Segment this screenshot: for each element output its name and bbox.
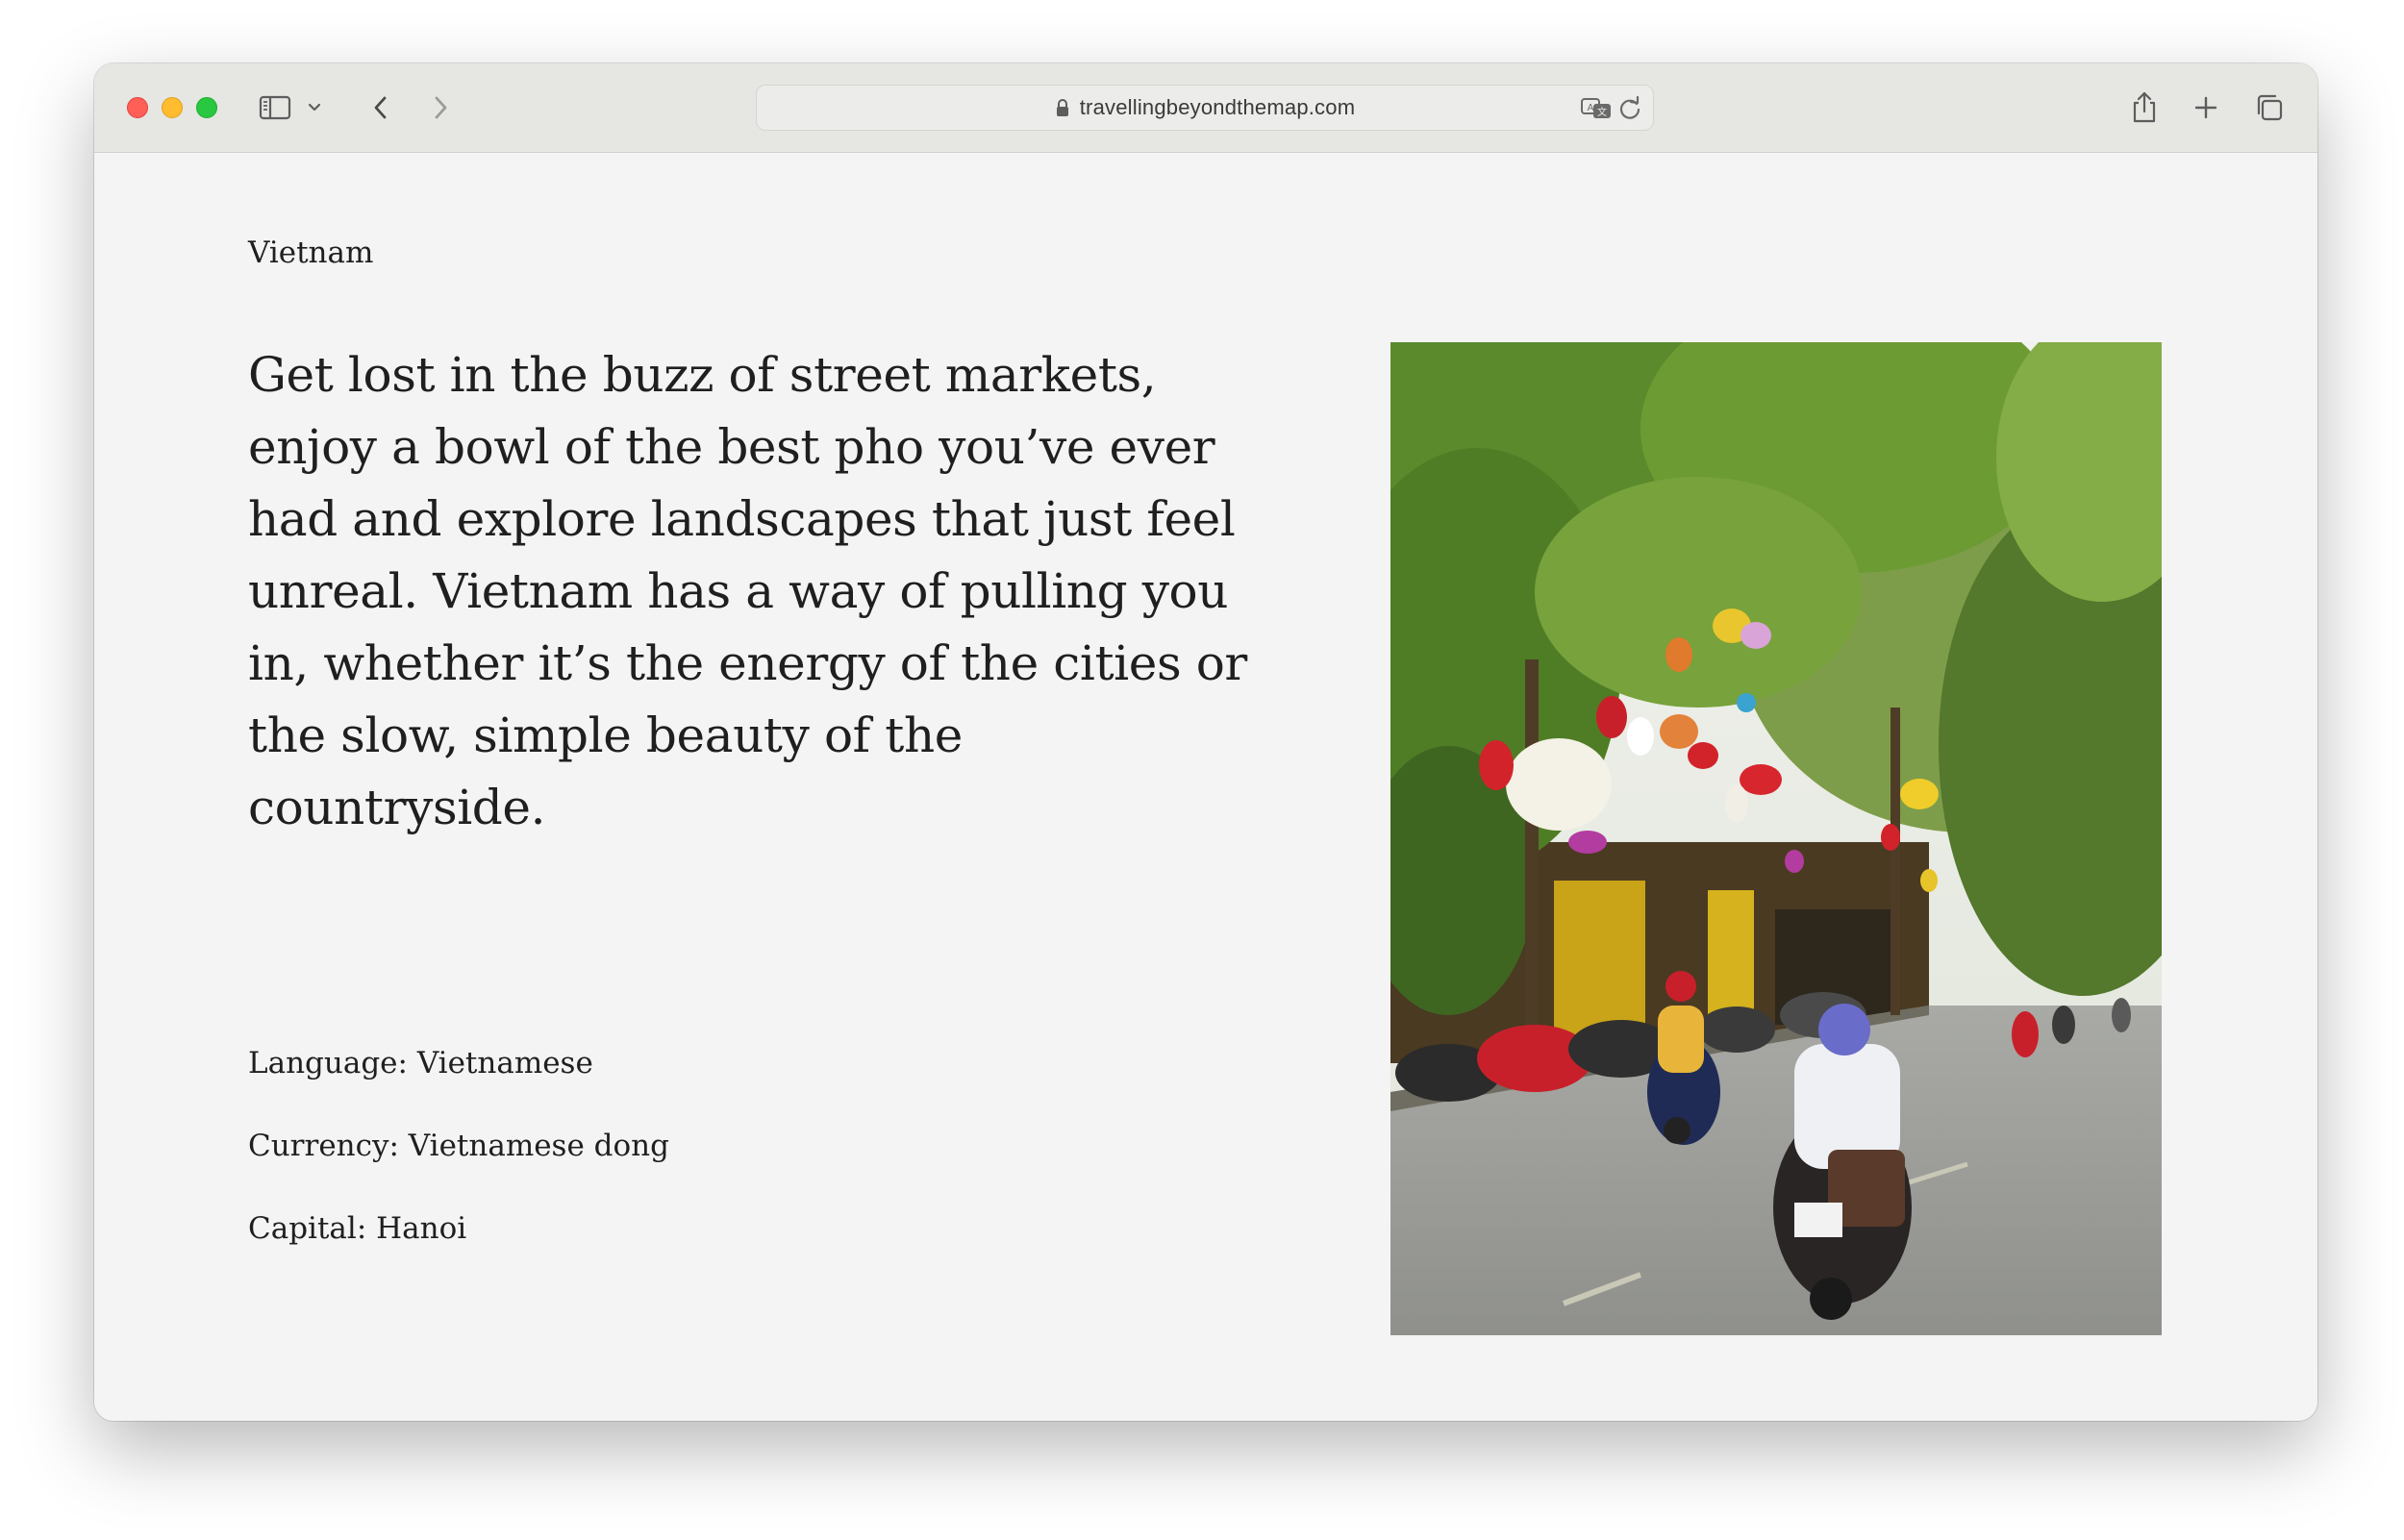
sidebar-toggle-button[interactable] (256, 85, 294, 131)
fact-currency: Currency: Vietnamese dong (248, 1129, 669, 1163)
fact-capital: Capital: Hanoi (248, 1211, 467, 1246)
fact-language: Language: Vietnamese (248, 1046, 593, 1080)
street-photo (1390, 342, 2162, 1335)
url-text: travellingbeyondthemap.com (1079, 95, 1356, 119)
tabs-overview-icon (2257, 94, 2283, 121)
back-button[interactable] (362, 85, 400, 131)
address-bar[interactable]: travellingbeyondthemap.com A 文 (756, 85, 1654, 131)
share-button[interactable] (2125, 85, 2164, 131)
back-arrow-icon (374, 96, 387, 119)
minimize-window-button[interactable] (162, 97, 183, 118)
plus-icon (2194, 96, 2217, 119)
facts-list: Language: Vietnamese Currency: Vietnames… (248, 1044, 669, 1292)
forward-arrow-icon (435, 96, 447, 119)
page-content: Vietnam Get lost in the buzz of street m… (94, 153, 2317, 1421)
forward-button[interactable] (421, 85, 460, 131)
maximize-window-button[interactable] (196, 97, 217, 118)
browser-toolbar: travellingbeyondthemap.com A 文 (94, 63, 2317, 153)
close-window-button[interactable] (127, 97, 148, 118)
translate-button[interactable]: A 文 (1580, 94, 1613, 123)
reload-icon (1619, 96, 1640, 119)
sidebar-menu-button[interactable] (304, 85, 325, 131)
lock-icon (1056, 99, 1068, 116)
reload-button[interactable] (1616, 94, 1643, 123)
translate-icon: A 文 (1581, 98, 1611, 118)
svg-text:文: 文 (1597, 106, 1607, 118)
svg-text:A: A (1588, 103, 1594, 113)
sidebar-icon (259, 95, 291, 120)
country-label: Vietnam (248, 236, 374, 270)
intro-paragraph: Get lost in the buzz of street markets, … (248, 347, 1247, 835)
share-icon (2133, 91, 2156, 123)
chevron-down-icon (308, 103, 321, 112)
new-tab-button[interactable] (2187, 85, 2225, 131)
browser-window: travellingbeyondthemap.com A 文 Vietnam G… (94, 63, 2317, 1421)
tab-overview-button[interactable] (2250, 85, 2289, 131)
